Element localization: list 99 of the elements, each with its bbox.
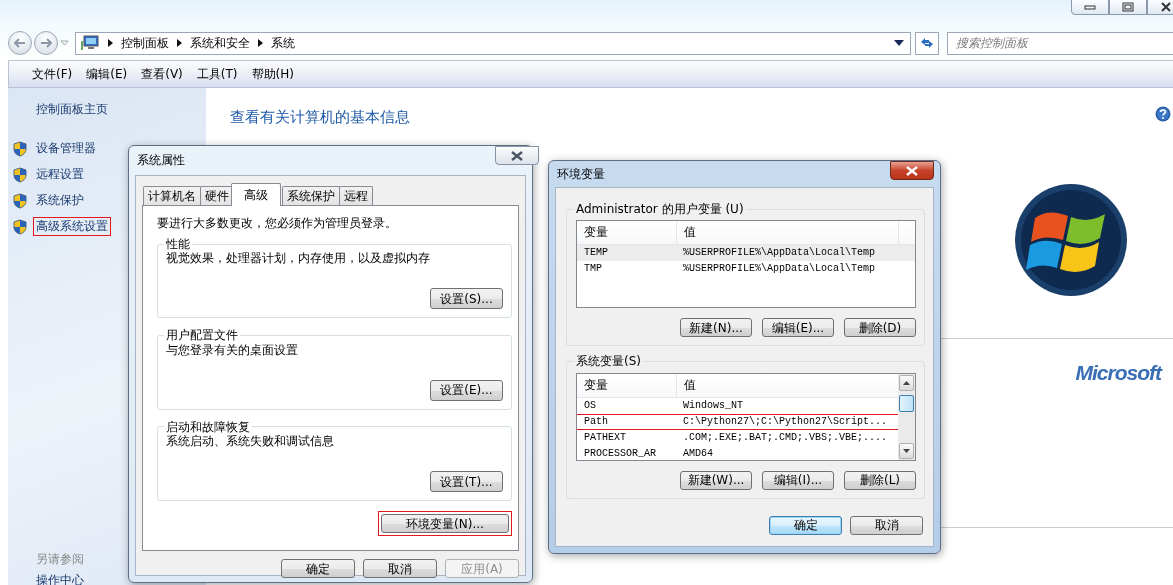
variable-name: Path: [583, 415, 609, 429]
shield-icon: [13, 192, 27, 209]
variable-value: %USERPROFILE%\AppData\Local\Temp: [682, 263, 877, 276]
column-header[interactable]: 变量: [577, 373, 677, 397]
list-action-button[interactable]: 删除(L): [844, 470, 916, 490]
maximize-icon: [1122, 2, 1134, 12]
list-row[interactable]: TEMP %USERPROFILE%\AppData\Local\Temp: [577, 245, 915, 262]
chevron-icon[interactable]: [258, 39, 263, 47]
group-title: 用户配置文件: [165, 328, 239, 343]
scroll-up-button[interactable]: [899, 374, 914, 391]
group-title: 启动和故障恢复: [165, 419, 251, 435]
dropdown-icon[interactable]: [894, 40, 904, 46]
back-arrow-icon: [14, 38, 26, 48]
scroll-thumb[interactable]: [899, 394, 914, 412]
refresh-icon: [919, 36, 935, 50]
tab[interactable]: 系统保护: [282, 186, 340, 205]
list-action-button[interactable]: 新建(N)...: [680, 318, 752, 338]
settings-button[interactable]: 设置(E)...: [430, 379, 503, 401]
breadcrumb-item[interactable]: 系统: [271, 35, 295, 51]
variable-value: C:\Python27\;C:\Python27\Script...: [682, 415, 889, 429]
minimize-button[interactable]: [1071, 0, 1109, 15]
help-icon[interactable]: [1155, 106, 1171, 122]
menu-item[interactable]: 工具(T): [189, 64, 245, 84]
chevron-icon[interactable]: [108, 39, 113, 47]
breadcrumb-item[interactable]: 控制面板: [121, 35, 169, 51]
group-title: Administrator 的用户变量 (U): [575, 202, 745, 217]
notice-text: 要进行大多数更改，您必须作为管理员登录。: [157, 216, 398, 231]
dialog-button[interactable]: 取消: [850, 515, 923, 535]
list-action-button[interactable]: 编辑(I)...: [762, 470, 834, 490]
menu-item[interactable]: 查看(V): [134, 64, 190, 84]
dialog-button[interactable]: 取消: [363, 559, 437, 578]
settings-button[interactable]: 设置(S)...: [430, 288, 503, 310]
column-header[interactable]: 值: [677, 221, 899, 245]
variable-name: TMP: [583, 263, 603, 276]
list-row[interactable]: PATHEXT .COM;.EXE;.BAT;.CMD;.VBS;.VBE;....: [577, 429, 898, 446]
list-row[interactable]: TMP %USERPROFILE%\AppData\Local\Temp: [577, 261, 915, 278]
list-action-button[interactable]: 新建(W)...: [680, 470, 752, 490]
close-button[interactable]: [890, 161, 934, 180]
chevron-icon[interactable]: [177, 39, 182, 47]
sidebar-link[interactable]: 高级系统设置: [33, 217, 111, 236]
group-title: 性能: [165, 237, 191, 252]
scroll-down-button[interactable]: [899, 442, 914, 459]
back-button[interactable]: [8, 31, 32, 55]
page-title: 查看有关计算机的基本信息: [230, 108, 410, 127]
sidebar-link[interactable]: 设备管理器: [33, 139, 99, 158]
variable-name: TEMP: [583, 247, 609, 260]
list-action-button[interactable]: 编辑(E)...: [762, 318, 834, 338]
sidebar-link[interactable]: 远程设置: [33, 165, 87, 184]
dialog-button[interactable]: 确定: [281, 559, 355, 578]
search-field[interactable]: 搜索控制面板: [947, 31, 1173, 55]
group-description: 系统启动、系统失败和调试信息: [166, 434, 335, 450]
down-arrow-icon: [903, 448, 910, 453]
variable-name: PATHEXT: [583, 431, 627, 445]
logo-text: Microsoft: [1075, 360, 1161, 386]
close-button[interactable]: [495, 146, 539, 165]
variable-value: .COM;.EXE;.BAT;.CMD;.VBS;.VBE;....: [682, 431, 889, 445]
settings-button[interactable]: 设置(T)...: [430, 471, 503, 493]
close-icon: [1161, 2, 1171, 12]
dialog-title: 环境变量: [557, 166, 605, 182]
sidebar-link[interactable]: 系统保护: [33, 191, 87, 210]
group-description: 与您登录有关的桌面设置: [166, 342, 299, 358]
close-icon: [511, 150, 523, 161]
list-row[interactable]: PROCESSOR_AR AMD64: [577, 445, 898, 460]
variable-value: AMD64: [682, 447, 714, 460]
tab[interactable]: 计算机名: [143, 186, 201, 205]
minimize-icon: [1084, 4, 1096, 10]
menu-item[interactable]: 帮助(H): [244, 64, 301, 84]
group-description: 视觉效果，处理器计划，内存使用，以及虚拟内存: [166, 251, 431, 267]
shield-icon: [13, 166, 27, 183]
breadcrumb-item[interactable]: 系统和安全: [190, 35, 250, 51]
variable-name: PROCESSOR_AR: [583, 447, 657, 460]
section-heading: 另请参阅: [36, 551, 85, 567]
forward-arrow-icon: [40, 38, 52, 48]
list-row[interactable]: Path C:\Python27\;C:\Python27\Script...: [577, 413, 898, 430]
column-header[interactable]: 变量: [577, 221, 677, 245]
list-action-button[interactable]: 删除(D): [844, 318, 916, 338]
refresh-button[interactable]: [915, 31, 939, 55]
shield-icon: [13, 218, 27, 235]
up-arrow-icon: [903, 380, 910, 385]
tab[interactable]: 高级: [231, 183, 281, 206]
dialog-button[interactable]: 确定: [769, 515, 842, 535]
shield-icon: [13, 140, 27, 157]
tab[interactable]: 远程: [339, 186, 373, 205]
environment-variables-button[interactable]: 环境变量(N)...: [381, 514, 509, 534]
forward-button[interactable]: [34, 31, 58, 55]
tab[interactable]: 硬件: [200, 186, 234, 205]
menu-item[interactable]: 编辑(E): [79, 64, 135, 84]
list-row[interactable]: OS Windows_NT: [577, 397, 898, 414]
computer-icon: [80, 35, 100, 51]
group-title: 系统变量(S): [575, 354, 642, 369]
dialog-title: 系统属性: [137, 153, 185, 168]
variable-value: Windows_NT: [682, 399, 744, 413]
variable-name: OS: [583, 399, 597, 413]
close-icon: [906, 165, 918, 176]
variable-value: %USERPROFILE%\AppData\Local\Temp: [682, 247, 877, 260]
address-bar[interactable]: 控制面板 系统和安全 系统: [75, 31, 911, 55]
menu-item[interactable]: 文件(F): [25, 64, 80, 84]
apply-button: 应用(A): [445, 559, 519, 578]
sidebar-link[interactable]: 控制面板主页: [36, 102, 206, 117]
